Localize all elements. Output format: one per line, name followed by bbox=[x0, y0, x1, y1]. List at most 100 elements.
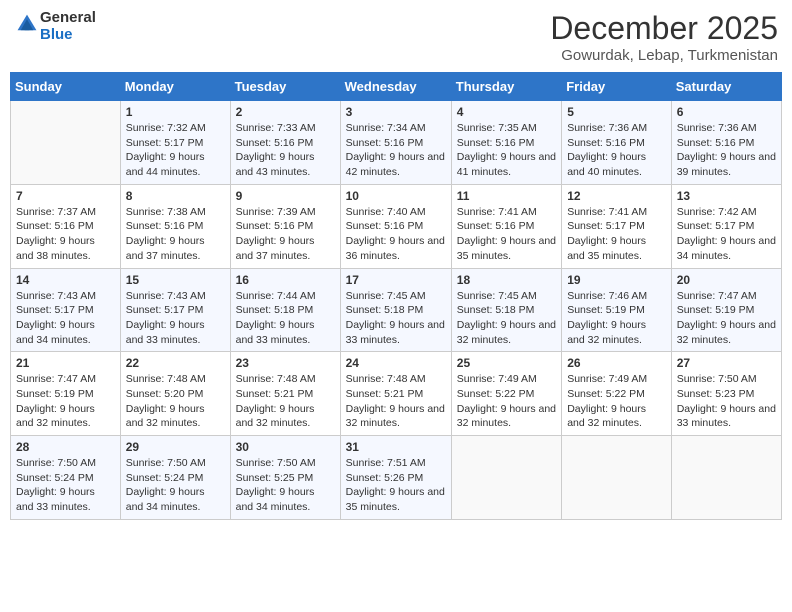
cell-info: Sunrise: 7:35 AMSunset: 5:16 PMDaylight:… bbox=[457, 121, 556, 180]
calendar-cell: 2 Sunrise: 7:33 AMSunset: 5:16 PMDaylight… bbox=[230, 101, 340, 185]
calendar-cell: 29 Sunrise: 7:50 AMSunset: 5:24 PMDayligh… bbox=[120, 436, 230, 520]
cell-date-number: 12 bbox=[567, 189, 666, 203]
calendar-cell: 28 Sunrise: 7:50 AMSunset: 5:24 PMDayligh… bbox=[11, 436, 121, 520]
calendar-cell: 12Sunrise: 7:41 AMSunset: 5:17 PMDayligh… bbox=[562, 184, 672, 268]
cell-date-number: 17 bbox=[346, 273, 446, 287]
cell-info: Sunrise: 7:49 AMSunset: 5:22 PMDaylight:… bbox=[567, 372, 666, 431]
calendar-cell: 31 Sunrise: 7:51 AMSunset: 5:26 PMDayligh… bbox=[340, 436, 451, 520]
calendar-table: SundayMondayTuesdayWednesdayThursdayFrid… bbox=[10, 72, 782, 520]
calendar-cell: 20 Sunrise: 7:47 AMSunset: 5:19 PMDayligh… bbox=[671, 268, 781, 352]
cell-date-number: 7 bbox=[16, 189, 115, 203]
cell-info: Sunrise: 7:48 AMSunset: 5:21 PMDaylight:… bbox=[236, 372, 335, 431]
cell-info: Sunrise: 7:50 AMSunset: 5:24 PMDaylight:… bbox=[16, 456, 115, 515]
month-title: December 2025 bbox=[550, 10, 778, 47]
cell-info: Sunrise: 7:44 AMSunset: 5:18 PMDaylight:… bbox=[236, 289, 335, 348]
cell-date-number: 1 bbox=[126, 105, 225, 119]
cell-date-number: 9 bbox=[236, 189, 335, 203]
cell-info: Sunrise: 7:34 AMSunset: 5:16 PMDaylight:… bbox=[346, 121, 446, 180]
calendar-week-row: 21 Sunrise: 7:47 AMSunset: 5:19 PMDayligh… bbox=[11, 352, 782, 436]
cell-info: Sunrise: 7:47 AMSunset: 5:19 PMDaylight:… bbox=[677, 289, 776, 348]
cell-date-number: 25 bbox=[457, 356, 556, 370]
cell-date-number: 21 bbox=[16, 356, 115, 370]
calendar-week-row: 28 Sunrise: 7:50 AMSunset: 5:24 PMDayligh… bbox=[11, 436, 782, 520]
cell-info: Sunrise: 7:50 AMSunset: 5:23 PMDaylight:… bbox=[677, 372, 776, 431]
cell-info: Sunrise: 7:45 AMSunset: 5:18 PMDaylight:… bbox=[346, 289, 446, 348]
calendar-cell: 27Sunrise: 7:50 AMSunset: 5:23 PMDayligh… bbox=[671, 352, 781, 436]
calendar-cell: 23 Sunrise: 7:48 AMSunset: 5:21 PMDayligh… bbox=[230, 352, 340, 436]
logo-general-text: General bbox=[40, 10, 96, 27]
calendar-cell: 11 Sunrise: 7:41 AMSunset: 5:16 PMDayligh… bbox=[451, 184, 561, 268]
cell-date-number: 10 bbox=[346, 189, 446, 203]
calendar-cell: 21 Sunrise: 7:47 AMSunset: 5:19 PMDayligh… bbox=[11, 352, 121, 436]
cell-date-number: 29 bbox=[126, 440, 225, 454]
calendar-cell: 9 Sunrise: 7:39 AMSunset: 5:16 PMDaylight… bbox=[230, 184, 340, 268]
cell-date-number: 19 bbox=[567, 273, 666, 287]
calendar-cell: 6 Sunrise: 7:36 AMSunset: 5:16 PMDaylight… bbox=[671, 101, 781, 185]
cell-date-number: 26 bbox=[567, 356, 666, 370]
calendar-cell: 22Sunrise: 7:48 AMSunset: 5:20 PMDayligh… bbox=[120, 352, 230, 436]
calendar-cell: 5 Sunrise: 7:36 AMSunset: 5:16 PMDaylight… bbox=[562, 101, 672, 185]
title-block: December 2025 Gowurdak, Lebap, Turkmenis… bbox=[550, 10, 778, 64]
cell-date-number: 2 bbox=[236, 105, 335, 119]
cell-date-number: 5 bbox=[567, 105, 666, 119]
cell-info: Sunrise: 7:39 AMSunset: 5:16 PMDaylight:… bbox=[236, 205, 335, 264]
cell-info: Sunrise: 7:36 AMSunset: 5:16 PMDaylight:… bbox=[567, 121, 666, 180]
calendar-week-row: 7 Sunrise: 7:37 AMSunset: 5:16 PMDaylight… bbox=[11, 184, 782, 268]
day-header-thursday: Thursday bbox=[451, 73, 561, 101]
calendar-cell: 17 Sunrise: 7:45 AMSunset: 5:18 PMDayligh… bbox=[340, 268, 451, 352]
cell-info: Sunrise: 7:45 AMSunset: 5:18 PMDaylight:… bbox=[457, 289, 556, 348]
day-header-sunday: Sunday bbox=[11, 73, 121, 101]
cell-info: Sunrise: 7:51 AMSunset: 5:26 PMDaylight:… bbox=[346, 456, 446, 515]
cell-info: Sunrise: 7:43 AMSunset: 5:17 PMDaylight:… bbox=[126, 289, 225, 348]
cell-date-number: 31 bbox=[346, 440, 446, 454]
day-header-wednesday: Wednesday bbox=[340, 73, 451, 101]
cell-date-number: 20 bbox=[677, 273, 776, 287]
calendar-cell bbox=[562, 436, 672, 520]
calendar-cell: 15 Sunrise: 7:43 AMSunset: 5:17 PMDayligh… bbox=[120, 268, 230, 352]
cell-info: Sunrise: 7:33 AMSunset: 5:16 PMDaylight:… bbox=[236, 121, 335, 180]
calendar-cell: 4 Sunrise: 7:35 AMSunset: 5:16 PMDaylight… bbox=[451, 101, 561, 185]
cell-date-number: 13 bbox=[677, 189, 776, 203]
cell-date-number: 4 bbox=[457, 105, 556, 119]
logo-blue-text: Blue bbox=[40, 27, 96, 44]
day-header-monday: Monday bbox=[120, 73, 230, 101]
cell-date-number: 6 bbox=[677, 105, 776, 119]
day-header-saturday: Saturday bbox=[671, 73, 781, 101]
calendar-cell: 7 Sunrise: 7:37 AMSunset: 5:16 PMDaylight… bbox=[11, 184, 121, 268]
calendar-cell: 16 Sunrise: 7:44 AMSunset: 5:18 PMDayligh… bbox=[230, 268, 340, 352]
cell-date-number: 8 bbox=[126, 189, 225, 203]
calendar-cell: 1 Sunrise: 7:32 AMSunset: 5:17 PMDaylight… bbox=[120, 101, 230, 185]
calendar-cell: 26 Sunrise: 7:49 AMSunset: 5:22 PMDayligh… bbox=[562, 352, 672, 436]
cell-date-number: 16 bbox=[236, 273, 335, 287]
calendar-week-row: 14Sunrise: 7:43 AMSunset: 5:17 PMDayligh… bbox=[11, 268, 782, 352]
cell-info: Sunrise: 7:46 AMSunset: 5:19 PMDaylight:… bbox=[567, 289, 666, 348]
cell-date-number: 23 bbox=[236, 356, 335, 370]
cell-info: Sunrise: 7:47 AMSunset: 5:19 PMDaylight:… bbox=[16, 372, 115, 431]
cell-info: Sunrise: 7:50 AMSunset: 5:25 PMDaylight:… bbox=[236, 456, 335, 515]
cell-info: Sunrise: 7:43 AMSunset: 5:17 PMDaylight:… bbox=[16, 289, 115, 348]
cell-info: Sunrise: 7:36 AMSunset: 5:16 PMDaylight:… bbox=[677, 121, 776, 180]
cell-info: Sunrise: 7:49 AMSunset: 5:22 PMDaylight:… bbox=[457, 372, 556, 431]
cell-date-number: 3 bbox=[346, 105, 446, 119]
logo-icon bbox=[16, 13, 38, 35]
cell-info: Sunrise: 7:42 AMSunset: 5:17 PMDaylight:… bbox=[677, 205, 776, 264]
calendar-cell: 8 Sunrise: 7:38 AMSunset: 5:16 PMDaylight… bbox=[120, 184, 230, 268]
cell-info: Sunrise: 7:50 AMSunset: 5:24 PMDaylight:… bbox=[126, 456, 225, 515]
day-header-friday: Friday bbox=[562, 73, 672, 101]
calendar-cell: 3 Sunrise: 7:34 AMSunset: 5:16 PMDaylight… bbox=[340, 101, 451, 185]
location: Gowurdak, Lebap, Turkmenistan bbox=[550, 47, 778, 64]
cell-info: Sunrise: 7:32 AMSunset: 5:17 PMDaylight:… bbox=[126, 121, 225, 180]
calendar-cell: 25 Sunrise: 7:49 AMSunset: 5:22 PMDayligh… bbox=[451, 352, 561, 436]
calendar-week-row: 1 Sunrise: 7:32 AMSunset: 5:17 PMDaylight… bbox=[11, 101, 782, 185]
cell-info: Sunrise: 7:38 AMSunset: 5:16 PMDaylight:… bbox=[126, 205, 225, 264]
calendar-cell: 19 Sunrise: 7:46 AMSunset: 5:19 PMDayligh… bbox=[562, 268, 672, 352]
cell-date-number: 15 bbox=[126, 273, 225, 287]
cell-date-number: 11 bbox=[457, 189, 556, 203]
cell-date-number: 28 bbox=[16, 440, 115, 454]
cell-date-number: 24 bbox=[346, 356, 446, 370]
day-header-tuesday: Tuesday bbox=[230, 73, 340, 101]
calendar-header-row: SundayMondayTuesdayWednesdayThursdayFrid… bbox=[11, 73, 782, 101]
cell-info: Sunrise: 7:41 AMSunset: 5:16 PMDaylight:… bbox=[457, 205, 556, 264]
cell-info: Sunrise: 7:48 AMSunset: 5:21 PMDaylight:… bbox=[346, 372, 446, 431]
cell-info: Sunrise: 7:37 AMSunset: 5:16 PMDaylight:… bbox=[16, 205, 115, 264]
